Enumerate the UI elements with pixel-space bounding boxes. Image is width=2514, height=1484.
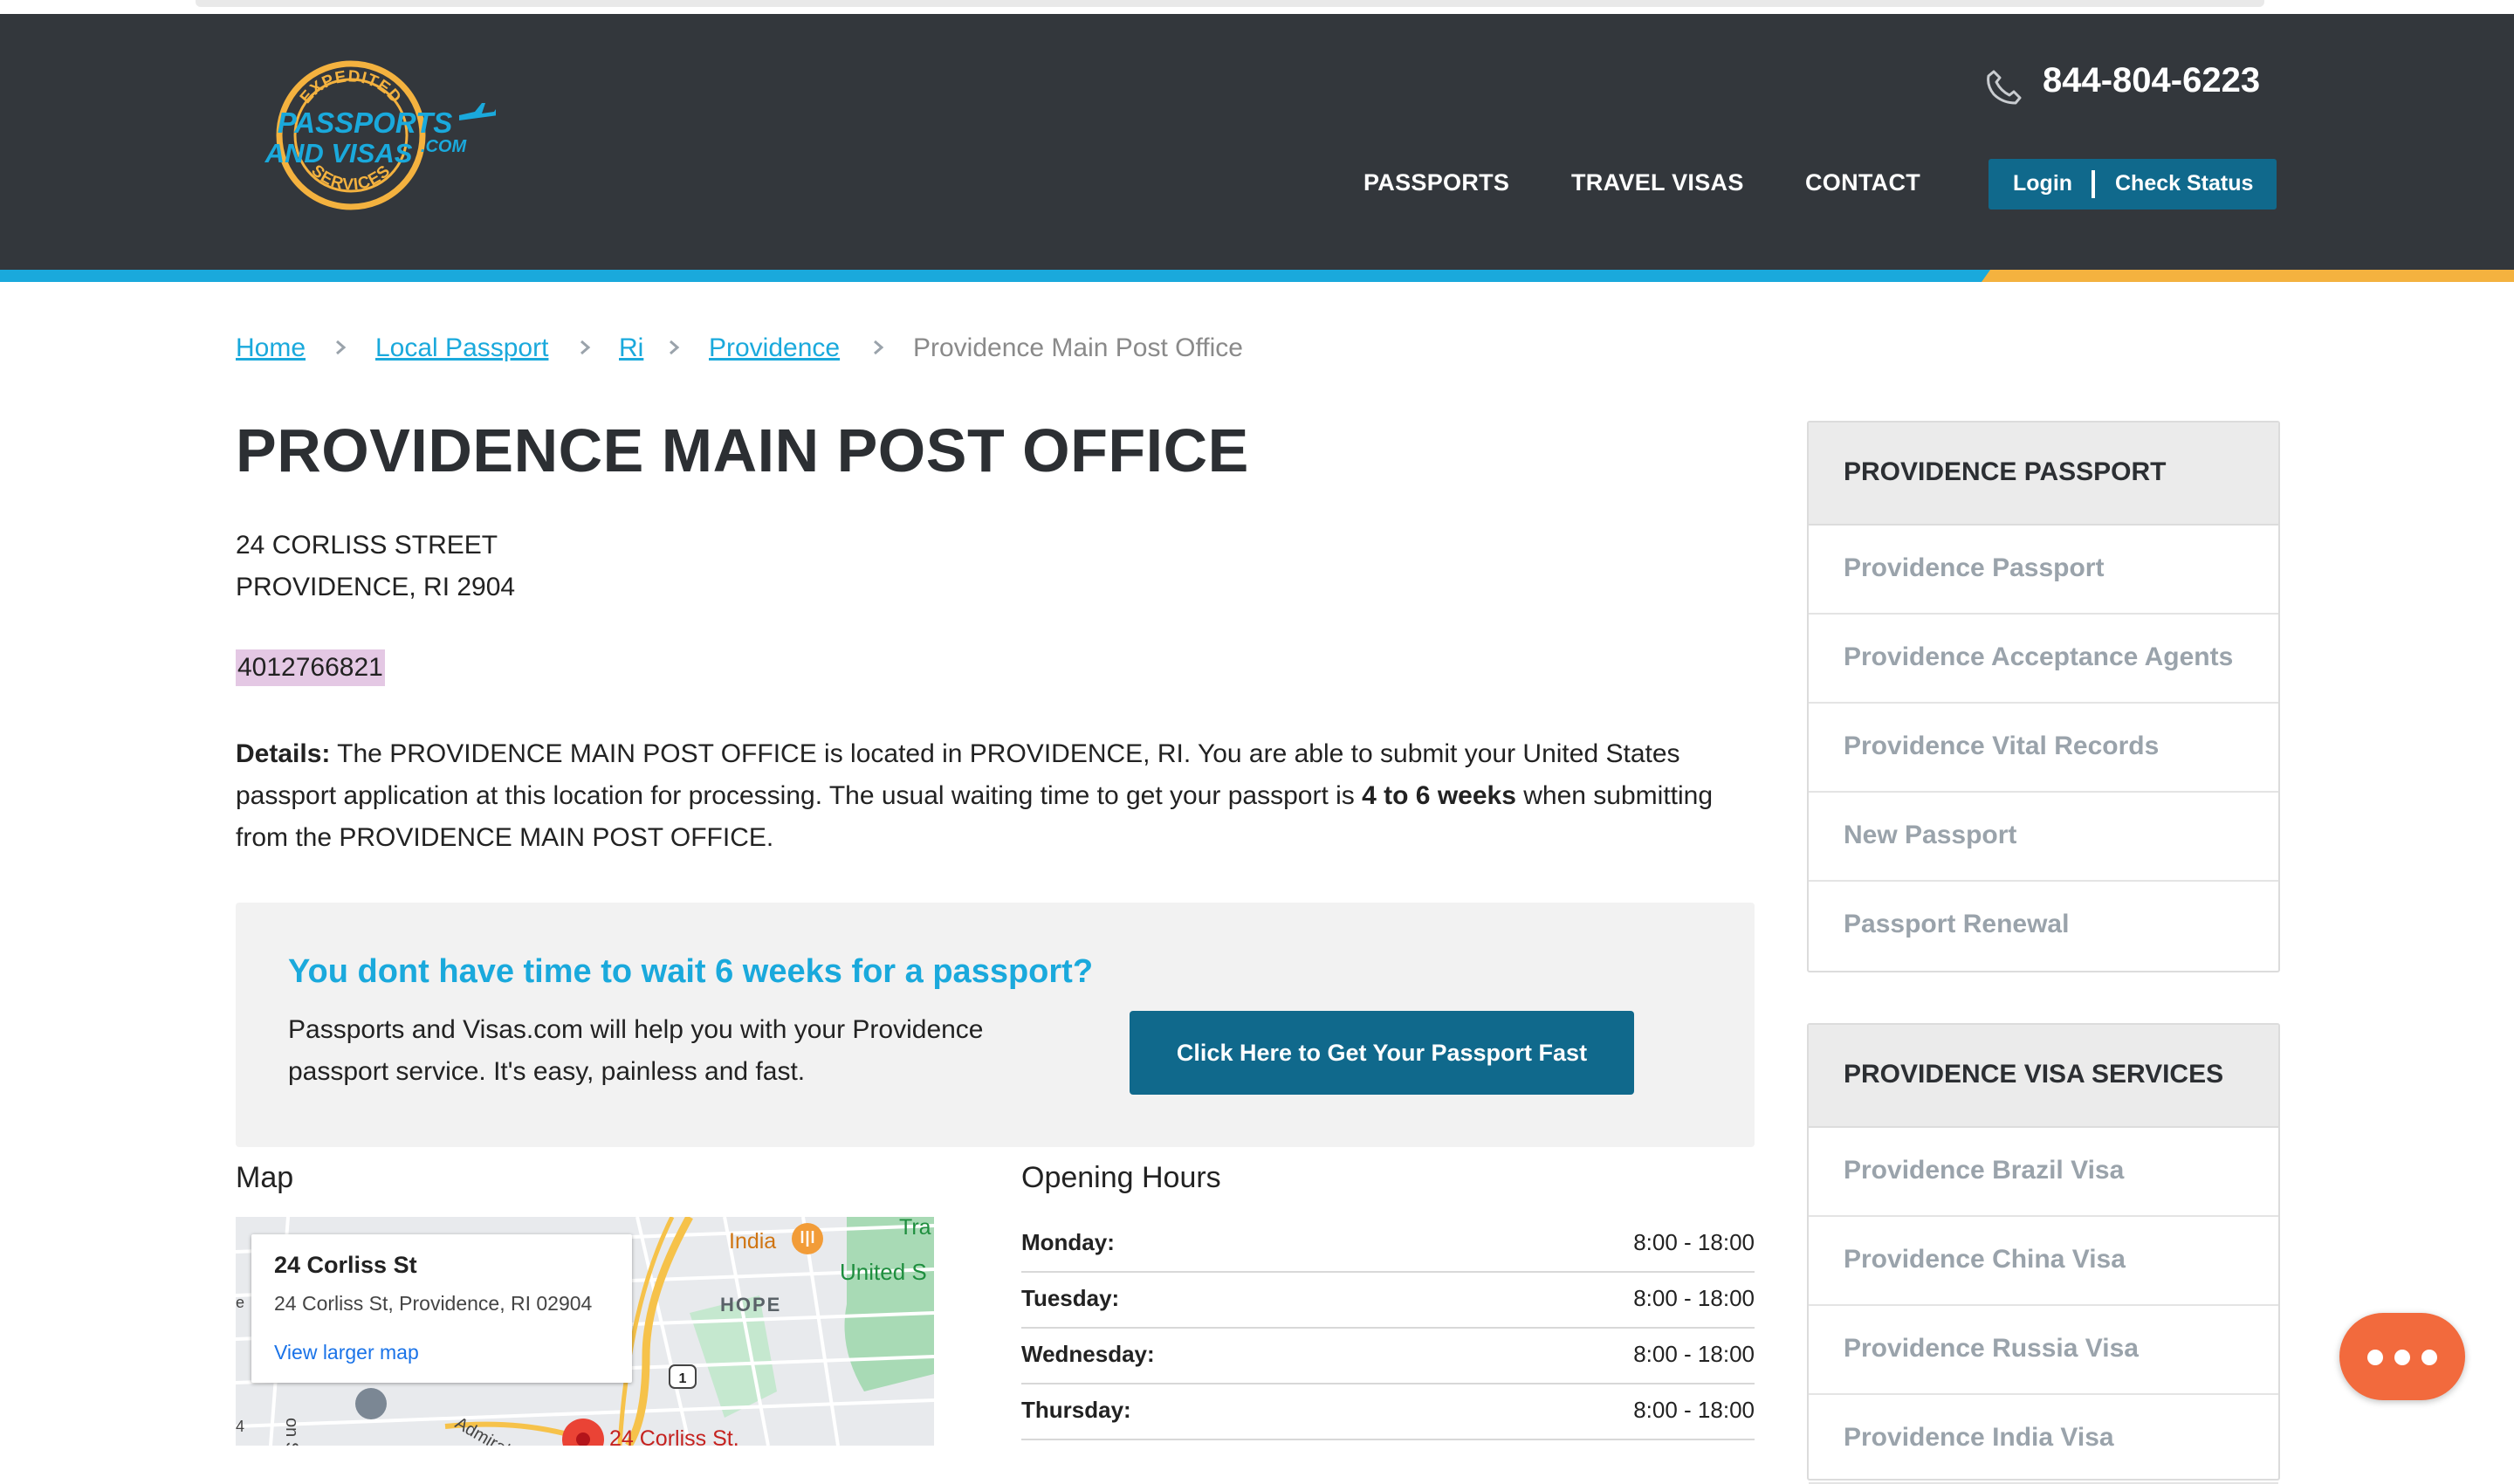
svg-text:24 Corliss St.: 24 Corliss St. bbox=[609, 1426, 739, 1446]
chevron-right-icon bbox=[580, 340, 591, 355]
sidebar-item-new-passport[interactable]: New Passport bbox=[1809, 793, 2278, 882]
breadcrumb-current: Providence Main Post Office bbox=[913, 333, 1243, 362]
svg-text:on St: on St bbox=[282, 1418, 301, 1446]
sidebar-item-russia-visa[interactable]: Providence Russia Visa bbox=[1809, 1306, 2278, 1395]
chat-widget-button[interactable] bbox=[2339, 1313, 2465, 1400]
sidebar-item-label[interactable]: New Passport bbox=[1844, 821, 2016, 850]
sidebar-item-vital-records[interactable]: Providence Vital Records bbox=[1809, 704, 2278, 793]
hours-row: Wednesday: 8:00 - 18:00 bbox=[1021, 1327, 1755, 1384]
header-accent-blue bbox=[0, 270, 1990, 282]
svg-text:AND VISAS: AND VISAS bbox=[264, 138, 413, 168]
sidebar-item-label[interactable]: Providence Vital Records bbox=[1844, 732, 2159, 761]
hours-row: Tuesday: 8:00 - 18:00 bbox=[1021, 1271, 1755, 1329]
map-heading: Map bbox=[236, 1161, 294, 1194]
svg-text:.COM: .COM bbox=[421, 137, 468, 156]
get-passport-fast-button[interactable]: Click Here to Get Your Passport Fast bbox=[1130, 1011, 1634, 1095]
hours-day: Monday: bbox=[1021, 1229, 1115, 1255]
sidebar-item-label[interactable]: Providence Acceptance Agents bbox=[1844, 642, 2233, 672]
hours-time: 8:00 - 18:00 bbox=[1633, 1229, 1755, 1255]
chevron-right-icon bbox=[336, 340, 347, 355]
login-button[interactable]: Login bbox=[2013, 171, 2072, 196]
hours-day: Wednesday: bbox=[1021, 1341, 1155, 1367]
svg-text:Tra: Tra bbox=[899, 1217, 931, 1240]
svg-text:HOPE: HOPE bbox=[720, 1294, 781, 1316]
check-status-button[interactable]: Check Status bbox=[2115, 171, 2253, 196]
nav-contact[interactable]: CONTACT bbox=[1805, 169, 1920, 196]
svg-text:United S: United S bbox=[840, 1259, 927, 1285]
address-line-1: 24 CORLISS STREET bbox=[236, 531, 498, 560]
promo-text: Passports and Visas.com will help you wi… bbox=[288, 1015, 984, 1086]
breadcrumb-home[interactable]: Home bbox=[236, 333, 306, 363]
header-accent-orange bbox=[1982, 270, 2514, 282]
promo-heading: You dont have time to wait 6 weeks for a… bbox=[288, 953, 1094, 990]
sidebar-item-label[interactable]: Providence Brazil Visa bbox=[1844, 1156, 2124, 1185]
sidebar-passport-heading: PROVIDENCE PASSPORT bbox=[1809, 423, 2278, 526]
map-info-card: 24 Corliss St 24 Corliss St, Providence,… bbox=[251, 1234, 632, 1383]
hours-row: Thursday: 8:00 - 18:00 bbox=[1021, 1383, 1755, 1440]
sidebar-item-label[interactable]: Providence Passport bbox=[1844, 553, 2104, 583]
nav-travel-visas[interactable]: TRAVEL VISAS bbox=[1571, 169, 1744, 196]
sidebar-item-acceptance-agents[interactable]: Providence Acceptance Agents bbox=[1809, 615, 2278, 704]
details-paragraph: Details: The PROVIDENCE MAIN POST OFFICE… bbox=[236, 733, 1763, 859]
sidebar-visa-heading: PROVIDENCE VISA SERVICES bbox=[1809, 1025, 2278, 1128]
svg-text:1: 1 bbox=[679, 1371, 687, 1386]
hours-time: 8:00 - 18:00 bbox=[1633, 1341, 1755, 1367]
details-label: Details: bbox=[236, 739, 331, 768]
sidebar-visa-box: PROVIDENCE VISA SERVICES Providence Braz… bbox=[1807, 1023, 2280, 1484]
hours-time: 8:00 - 18:00 bbox=[1633, 1285, 1755, 1311]
breadcrumb-providence[interactable]: Providence bbox=[709, 333, 840, 363]
svg-text:4: 4 bbox=[236, 1418, 244, 1435]
sidebar-item-brazil-visa[interactable]: Providence Brazil Visa bbox=[1809, 1128, 2278, 1217]
sidebar-heading-text: PROVIDENCE PASSPORT bbox=[1844, 457, 2167, 486]
login-separator bbox=[2092, 170, 2095, 198]
svg-text:India: India bbox=[729, 1229, 776, 1254]
opening-hours-heading: Opening Hours bbox=[1021, 1161, 1221, 1194]
view-larger-map-link[interactable]: View larger map bbox=[274, 1341, 419, 1364]
browser-top-strip bbox=[0, 0, 2514, 14]
hours-row: Monday: 8:00 - 18:00 bbox=[1021, 1215, 1755, 1273]
chevron-right-icon bbox=[670, 340, 680, 355]
chat-dot-icon bbox=[2421, 1350, 2437, 1365]
login-status-bar: Login Check Status bbox=[1989, 159, 2277, 210]
sidebar-item-providence-passport[interactable]: Providence Passport bbox=[1809, 526, 2278, 615]
address-line-2: PROVIDENCE, RI 2904 bbox=[236, 573, 516, 601]
nav-passports[interactable]: PASSPORTS bbox=[1363, 169, 1509, 196]
sidebar-heading-text: PROVIDENCE VISA SERVICES bbox=[1844, 1060, 2224, 1089]
hours-time: 8:00 - 18:00 bbox=[1633, 1397, 1755, 1423]
breadcrumb-local-passport[interactable]: Local Passport bbox=[375, 333, 548, 363]
sidebar-passport-box: PROVIDENCE PASSPORT Providence Passport … bbox=[1807, 421, 2280, 972]
sidebar-item-india-visa[interactable]: Providence India Visa bbox=[1809, 1395, 2278, 1484]
sidebar-item-label[interactable]: Providence India Visa bbox=[1844, 1423, 2114, 1453]
header-phone-number[interactable]: 844-804-6223 bbox=[2043, 61, 2260, 100]
map-card-title: 24 Corliss St bbox=[274, 1252, 417, 1278]
phone-icon bbox=[1987, 70, 2022, 105]
sidebar-item-china-visa[interactable]: Providence China Visa bbox=[1809, 1217, 2278, 1306]
site-logo[interactable]: EXPEDITED SERVICES PASSPORTS AND VISAS .… bbox=[234, 54, 496, 216]
chat-dot-icon bbox=[2367, 1350, 2383, 1365]
office-phone[interactable]: 4012766821 bbox=[236, 649, 385, 686]
chevron-right-icon bbox=[874, 340, 884, 355]
hours-day: Thursday: bbox=[1021, 1397, 1131, 1423]
details-wait-time: 4 to 6 weeks bbox=[1362, 781, 1516, 810]
sidebar-item-label[interactable]: Passport Renewal bbox=[1844, 910, 2069, 939]
sidebar-item-label[interactable]: Providence China Visa bbox=[1844, 1245, 2126, 1274]
page-title: PROVIDENCE MAIN POST OFFICE bbox=[236, 416, 1249, 484]
chat-dot-icon bbox=[2394, 1350, 2410, 1365]
hours-day: Tuesday: bbox=[1021, 1285, 1120, 1311]
svg-text:e: e bbox=[236, 1294, 244, 1311]
svg-text:PASSPORTS: PASSPORTS bbox=[278, 106, 453, 139]
sidebar-item-label[interactable]: Providence Russia Visa bbox=[1844, 1334, 2139, 1364]
sidebar-item-passport-renewal[interactable]: Passport Renewal bbox=[1809, 882, 2278, 969]
breadcrumb-ri[interactable]: Ri bbox=[619, 333, 643, 363]
map-card-address: 24 Corliss St, Providence, RI 02904 bbox=[274, 1292, 593, 1315]
